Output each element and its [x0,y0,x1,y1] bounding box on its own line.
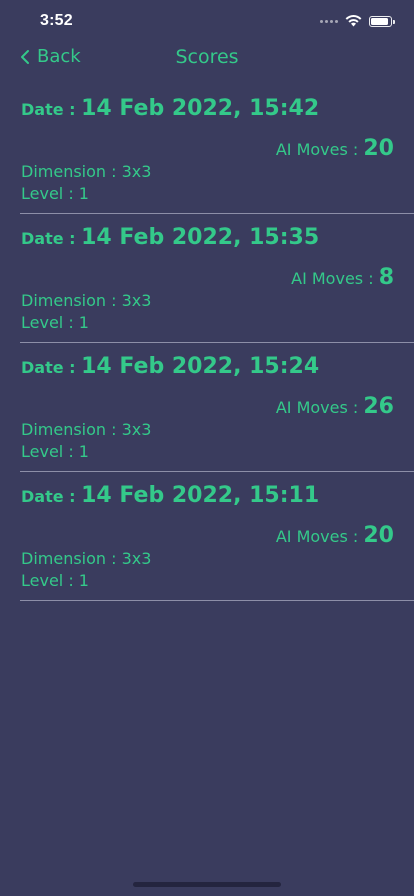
level-line: Level : 1 [21,442,89,461]
status-time: 3:52 [40,12,73,29]
level-value: 1 [78,184,89,203]
score-row[interactable]: Date : 14 Feb 2022, 15:35 AI Moves : 8 D… [20,214,414,343]
level-label: Level : [21,571,79,590]
ai-moves-value: 20 [363,136,394,161]
date-line: Date : 14 Feb 2022, 15:42 [21,96,319,121]
dimension-line: Dimension : 3x3 [21,549,151,568]
navigation-bar: Back Scores [0,44,414,72]
ai-moves-line: AI Moves : 26 [276,394,394,419]
date-value: 14 Feb 2022, 15:35 [81,225,320,250]
dimension-value: 3x3 [121,162,152,181]
dimension-label: Dimension : [21,420,122,439]
dimension-line: Dimension : 3x3 [21,420,151,439]
ai-moves-value: 26 [363,394,394,419]
battery-icon [369,15,395,27]
level-line: Level : 1 [21,571,89,590]
level-line: Level : 1 [21,184,89,203]
cellular-signal-icon [320,19,338,23]
date-value: 14 Feb 2022, 15:42 [81,96,320,121]
level-line: Level : 1 [21,313,89,332]
dimension-label: Dimension : [21,162,122,181]
score-row[interactable]: Date : 14 Feb 2022, 15:24 AI Moves : 26 … [20,343,414,472]
ai-moves-label: AI Moves : [291,269,379,288]
date-label: Date : [21,229,82,248]
ai-moves-label: AI Moves : [275,527,364,546]
level-label: Level : [21,313,79,332]
ai-moves-line: AI Moves : 20 [276,523,394,548]
dimension-line: Dimension : 3x3 [21,162,151,181]
score-row[interactable]: Date : 14 Feb 2022, 15:42 AI Moves : 20 … [20,85,414,214]
date-value: 14 Feb 2022, 15:11 [81,483,320,508]
dimension-value: 3x3 [121,549,152,568]
date-line: Date : 14 Feb 2022, 15:24 [21,354,319,379]
page-title: Scores [175,46,239,68]
level-value: 1 [78,442,89,461]
date-label: Date : [21,487,82,506]
home-indicator[interactable] [133,882,281,887]
ai-moves-label: AI Moves : [275,398,364,417]
ai-moves-label: AI Moves : [275,140,364,159]
wifi-icon [345,15,362,27]
dimension-value: 3x3 [121,420,152,439]
score-list: Date : 14 Feb 2022, 15:42 AI Moves : 20 … [0,85,414,601]
ai-moves-value: 8 [378,265,394,290]
date-line: Date : 14 Feb 2022, 15:35 [21,225,319,250]
ai-moves-line: AI Moves : 8 [291,265,394,290]
level-value: 1 [78,313,89,332]
date-label: Date : [21,358,82,377]
score-row[interactable]: Date : 14 Feb 2022, 15:11 AI Moves : 20 … [20,472,414,601]
level-label: Level : [21,184,79,203]
level-value: 1 [78,571,89,590]
dimension-value: 3x3 [121,291,152,310]
level-label: Level : [21,442,79,461]
date-value: 14 Feb 2022, 15:24 [81,354,320,379]
dimension-line: Dimension : 3x3 [21,291,151,310]
status-icons [320,15,395,27]
dimension-label: Dimension : [21,291,122,310]
ai-moves-line: AI Moves : 20 [276,136,394,161]
dimension-label: Dimension : [21,549,122,568]
date-line: Date : 14 Feb 2022, 15:11 [21,483,319,508]
ai-moves-value: 20 [363,523,394,548]
date-label: Date : [21,100,82,119]
status-bar: 3:52 [0,0,414,44]
